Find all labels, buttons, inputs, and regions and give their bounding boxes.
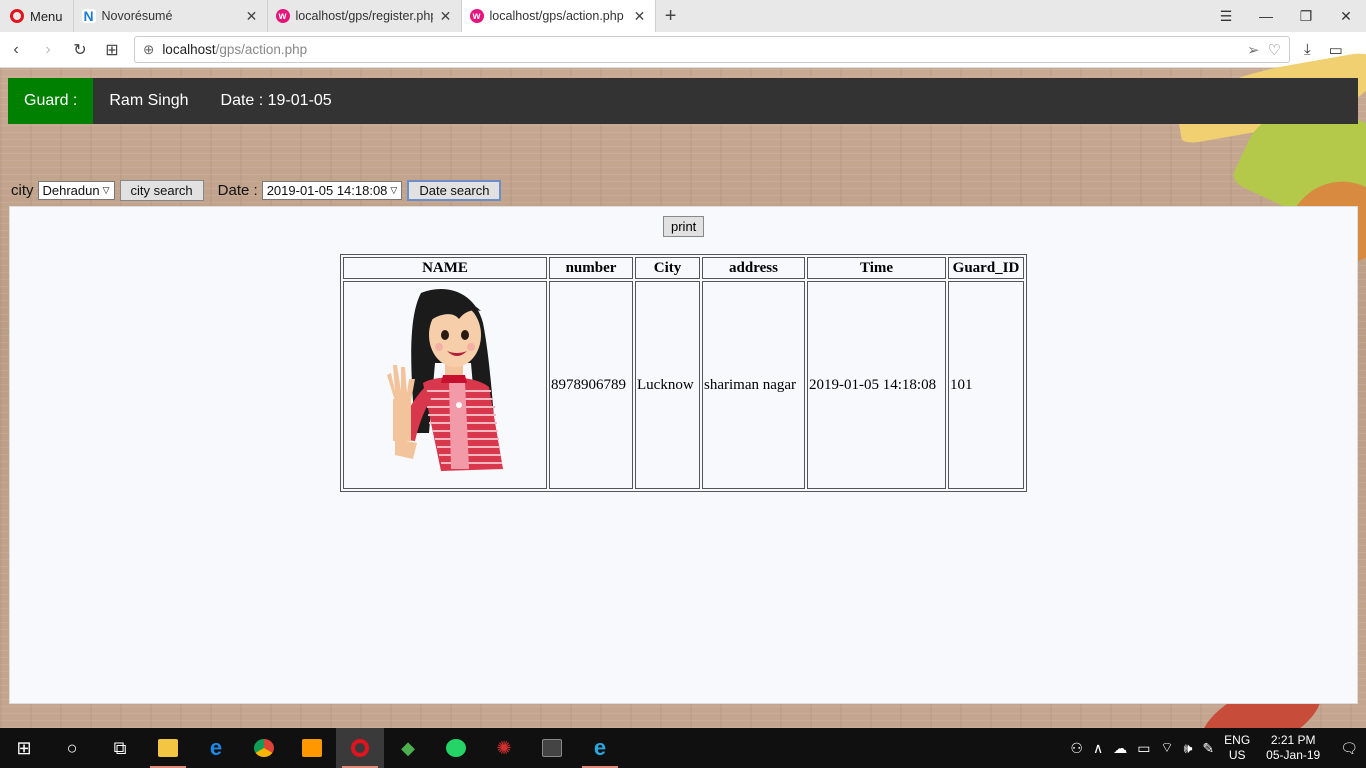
windows-start-icon[interactable]: ⊞ xyxy=(0,728,48,768)
date-select-value: 2019-01-05 14:18:08 xyxy=(266,183,388,198)
wamp-favicon-icon: w xyxy=(469,9,484,23)
onedrive-icon[interactable]: ☁ xyxy=(1113,740,1127,757)
column-header: City xyxy=(635,257,700,279)
city-cell: Lucknow xyxy=(635,281,700,489)
forward-icon[interactable]: › xyxy=(32,41,64,59)
sublime-text-icon[interactable] xyxy=(288,728,336,768)
clock-time: 2:21 PM xyxy=(1270,733,1316,747)
whatsapp-icon[interactable] xyxy=(432,728,480,768)
new-tab-icon[interactable]: + xyxy=(656,0,686,32)
date-select[interactable]: 2019-01-05 14:18:08 ▽ xyxy=(261,181,403,200)
wifi-icon[interactable]: ⌔ xyxy=(1160,739,1173,757)
volume-icon[interactable]: 🕪 xyxy=(1184,740,1193,757)
opera-taskbar-icon[interactable] xyxy=(336,728,384,768)
column-header: number xyxy=(549,257,633,279)
results-table: NAME number City address Time Guard_ID 8… xyxy=(340,254,1027,492)
file-explorer-icon[interactable] xyxy=(144,728,192,768)
terminal-icon[interactable] xyxy=(528,728,576,768)
address-toolbar: ‹ › ↻ ⊞ ⊕ localhost/gps/action.php ➢ ♡ ⤓… xyxy=(0,32,1366,68)
name-cell xyxy=(343,281,547,489)
notifications-icon[interactable]: 🗨 xyxy=(1340,740,1358,757)
windows-taskbar: ⊞ ○ ⧉ e ◆ ✺ e ⚇ ∧ ☁ ▭ ⌔ 🕪 ✎ ENG US 2:21 … xyxy=(0,728,1366,768)
close-tab-icon[interactable]: ✕ xyxy=(439,8,453,25)
table-row: 8978906789 Lucknow shariman nagar 2019-0… xyxy=(343,281,1024,489)
city-label: city xyxy=(11,182,34,199)
lang-bottom: US xyxy=(1228,748,1246,762)
table-header-row: NAME number City address Time Guard_ID xyxy=(343,257,1024,279)
clock-date: 05-Jan-19 xyxy=(1266,748,1321,762)
column-header: Time xyxy=(807,257,946,279)
speed-dial-icon[interactable]: ⊞ xyxy=(96,40,128,60)
tab-register[interactable]: w localhost/gps/register.php ✕ xyxy=(268,0,462,32)
novoresume-favicon-icon: N xyxy=(81,8,96,24)
globe-icon: ⊕ xyxy=(143,41,155,57)
time-cell: 2019-01-05 14:18:08 xyxy=(807,281,946,489)
guard-label: Guard : xyxy=(8,78,94,124)
filter-bar: city Dehradun ▽ city search Date : 2019-… xyxy=(11,180,502,201)
clock[interactable]: 2:21 PM 05-Jan-19 xyxy=(1266,733,1320,763)
number-cell: 8978906789 xyxy=(549,281,633,489)
column-header: address xyxy=(702,257,805,279)
download-icon[interactable]: ⤓ xyxy=(1304,41,1311,59)
close-tab-icon[interactable]: ✕ xyxy=(633,8,647,25)
chevron-down-icon: ▽ xyxy=(390,185,398,195)
tab-menu-icon[interactable]: ☰ xyxy=(1206,8,1246,25)
tab-action[interactable]: w localhost/gps/action.php ✕ xyxy=(461,0,656,32)
opera-logo-icon xyxy=(10,9,24,23)
spider-app-icon[interactable]: ✺ xyxy=(480,728,528,768)
column-header: Guard_ID xyxy=(948,257,1024,279)
column-header: NAME xyxy=(343,257,547,279)
tab-label: localhost/gps/register.php xyxy=(295,9,433,23)
system-tray: ⚇ ∧ ☁ ▭ ⌔ 🕪 ✎ ENG US 2:21 PM 05-Jan-19 🗨 xyxy=(1070,733,1366,763)
heart-icon[interactable]: ♡ xyxy=(1268,41,1281,59)
tab-label: Novorésumé xyxy=(101,9,173,23)
task-view-icon[interactable]: ⧉ xyxy=(96,728,144,768)
guard-photo xyxy=(387,288,503,471)
guard-name: Ram Singh xyxy=(109,92,189,109)
edge-icon[interactable]: e xyxy=(192,728,240,768)
people-icon[interactable]: ⚇ xyxy=(1070,740,1083,757)
language-indicator[interactable]: ENG US xyxy=(1224,733,1250,763)
top-nav-bar: Guard : Ram Singh Date : 19-01-05 xyxy=(8,78,1358,124)
city-select[interactable]: Dehradun ▽ xyxy=(37,181,115,200)
url-path: /gps/action.php xyxy=(215,42,308,57)
url-host: localhost xyxy=(162,42,216,57)
city-search-button[interactable]: city search xyxy=(119,180,204,201)
reload-icon[interactable]: ↻ xyxy=(64,40,96,60)
date-label: Date : xyxy=(217,182,258,199)
tab-label: localhost/gps/action.php xyxy=(489,9,624,23)
city-select-value: Dehradun xyxy=(42,183,100,198)
battery-icon[interactable]: ▭ xyxy=(1137,740,1150,757)
date-search-button[interactable]: Date search xyxy=(407,180,502,201)
back-icon[interactable]: ‹ xyxy=(0,41,32,59)
lang-top: ENG xyxy=(1224,733,1251,747)
address-bar[interactable]: ⊕ localhost/gps/action.php ➢ ♡ xyxy=(134,36,1290,63)
send-icon[interactable]: ➢ xyxy=(1247,41,1260,59)
guard-id-cell: 101 xyxy=(948,281,1024,489)
pen-icon[interactable]: ✎ xyxy=(1202,740,1214,757)
header-date: Date : 19-01-05 xyxy=(220,92,332,109)
show-hidden-icon[interactable]: ∧ xyxy=(1093,740,1103,757)
minimize-icon[interactable]: — xyxy=(1246,8,1286,24)
tab-novoresume[interactable]: N Novorésumé ✕ xyxy=(74,0,268,32)
results-panel: print NAME number City address Time Guar… xyxy=(9,206,1358,704)
chevron-down-icon: ▽ xyxy=(102,185,110,195)
wamp-favicon-icon: w xyxy=(275,9,290,23)
search-icon[interactable]: ○ xyxy=(48,728,96,768)
menu-label: Menu xyxy=(30,8,63,24)
opera-menu-button[interactable]: Menu xyxy=(0,0,74,32)
page-background: Guard : Ram Singh Date : 19-01-05 city D… xyxy=(0,51,1366,768)
close-tab-icon[interactable]: ✕ xyxy=(245,8,259,25)
address-cell: shariman nagar xyxy=(702,281,805,489)
print-button[interactable]: print xyxy=(663,216,705,237)
chrome-icon[interactable] xyxy=(240,728,288,768)
browser-tab-strip: Menu N Novorésumé ✕ w localhost/gps/regi… xyxy=(0,0,1366,32)
restore-icon[interactable]: ❐ xyxy=(1286,8,1326,25)
git-icon[interactable]: ◆ xyxy=(384,728,432,768)
close-window-icon[interactable]: ✕ xyxy=(1326,8,1366,25)
internet-explorer-icon[interactable]: e xyxy=(576,728,624,768)
